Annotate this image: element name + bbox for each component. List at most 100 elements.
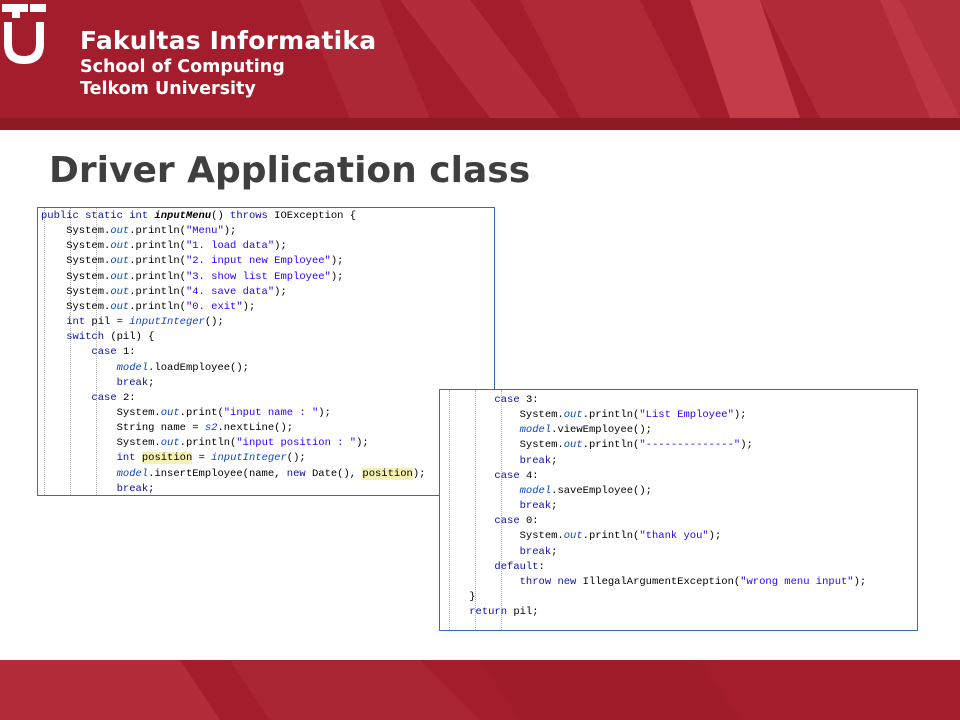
code-token: "input position : ": [236, 437, 357, 450]
code-line: case 2:: [41, 390, 136, 406]
faculty-name: Fakultas Informatika: [80, 26, 377, 55]
code-line: default:: [444, 559, 544, 575]
code-token: (): [211, 210, 231, 222]
code-line: System.out.println("List Employee");: [444, 407, 747, 423]
code-token: case: [494, 394, 520, 406]
code-token: );: [740, 439, 753, 452]
code-line: break;: [444, 453, 558, 469]
faculty-branding: Fakultas Informatika School of Computing…: [80, 26, 376, 100]
footer-background-stripes: [0, 660, 740, 720]
code-line: break;: [41, 375, 155, 391]
banner-divider: [0, 118, 960, 130]
code-token: return: [469, 606, 508, 619]
code-token: public static int: [41, 210, 155, 222]
code-token: );: [412, 467, 426, 480]
code-line: break;: [444, 544, 558, 560]
code-token: );: [318, 406, 331, 419]
code-token: .println(: [129, 285, 186, 298]
slide-title: Driver Application class: [49, 150, 531, 191]
code-token: model: [519, 484, 552, 497]
code-token: .println(: [582, 530, 640, 543]
code-token: .insertEmployee(name,: [148, 467, 287, 480]
code-token: out: [563, 530, 583, 543]
code-token: "1. load data": [185, 240, 275, 253]
code-token: System.: [41, 240, 111, 253]
code-token: );: [356, 437, 369, 450]
code-token: ;: [148, 376, 155, 389]
code-line: case 3:: [444, 392, 539, 408]
code-token: break: [116, 376, 149, 389]
code-token: break: [519, 454, 552, 467]
code-token: System.: [41, 225, 111, 238]
code-token: out: [110, 240, 130, 253]
code-token: new: [286, 467, 306, 480]
code-token: .println(: [582, 439, 640, 452]
university-name: Telkom University: [80, 79, 256, 99]
code-token: .nextLine();: [217, 422, 294, 435]
code-token: .println(: [129, 255, 186, 268]
code-token: );: [853, 575, 867, 588]
code-token: System.: [444, 439, 564, 452]
code-token: "thank you": [639, 530, 709, 543]
code-token: s2: [204, 422, 218, 435]
code-line: break;: [41, 481, 155, 495]
code-token: model: [116, 361, 149, 374]
school-name: School of Computing: [80, 57, 285, 77]
code-token: }: [444, 590, 476, 603]
code-token: out: [110, 225, 130, 238]
code-token: String name =: [41, 422, 205, 435]
code-token: inputMenu: [154, 210, 212, 222]
code-line: System.out.print("input name : ");: [41, 405, 331, 421]
code-line: break;: [444, 498, 558, 514]
code-token: );: [330, 255, 344, 268]
code-token: int: [66, 316, 86, 329]
code-token: );: [708, 530, 722, 543]
code-token: out: [110, 255, 130, 268]
code-token: System.: [444, 409, 564, 422]
code-line: public static int inputMenu() throws IOE…: [41, 208, 356, 224]
code-token: System.: [41, 300, 111, 313]
code-line: case 1:: [41, 344, 135, 360]
code-token: "wrong menu input": [740, 575, 854, 588]
code-token: inputInteger: [129, 316, 205, 329]
code-token: System.: [41, 270, 111, 283]
code-token: int: [116, 452, 136, 465]
code-line: case 0:: [444, 513, 538, 529]
code-token: ;: [551, 545, 558, 558]
code-token: default: [494, 560, 539, 573]
code-line: model.viewEmployee();: [444, 422, 652, 438]
code-token: );: [223, 225, 237, 238]
code-line: System.out.println("0. exit");: [41, 299, 255, 315]
code-token: IOException {: [267, 210, 357, 222]
code-token: out: [160, 406, 180, 419]
code-token: "--------------": [639, 439, 741, 452]
code-line: return pil;: [444, 604, 538, 620]
code-token: System.: [41, 406, 161, 419]
code-token: model: [519, 424, 552, 437]
code-token: "Menu": [185, 225, 224, 238]
code-token: 3:: [519, 394, 539, 406]
code-line: System.out.println("input position : ");: [41, 435, 369, 451]
code-token: "input name : ": [223, 406, 319, 419]
code-token: case: [494, 515, 520, 528]
code-token: ();: [204, 316, 224, 329]
header-banner: Fakultas Informatika School of Computing…: [0, 0, 960, 130]
code-token: );: [274, 285, 287, 298]
code-token: 2:: [116, 391, 136, 404]
code-line: switch (pil) {: [41, 329, 154, 345]
telkom-university-logo-icon: [2, 4, 46, 64]
code-token: 4:: [519, 469, 539, 482]
